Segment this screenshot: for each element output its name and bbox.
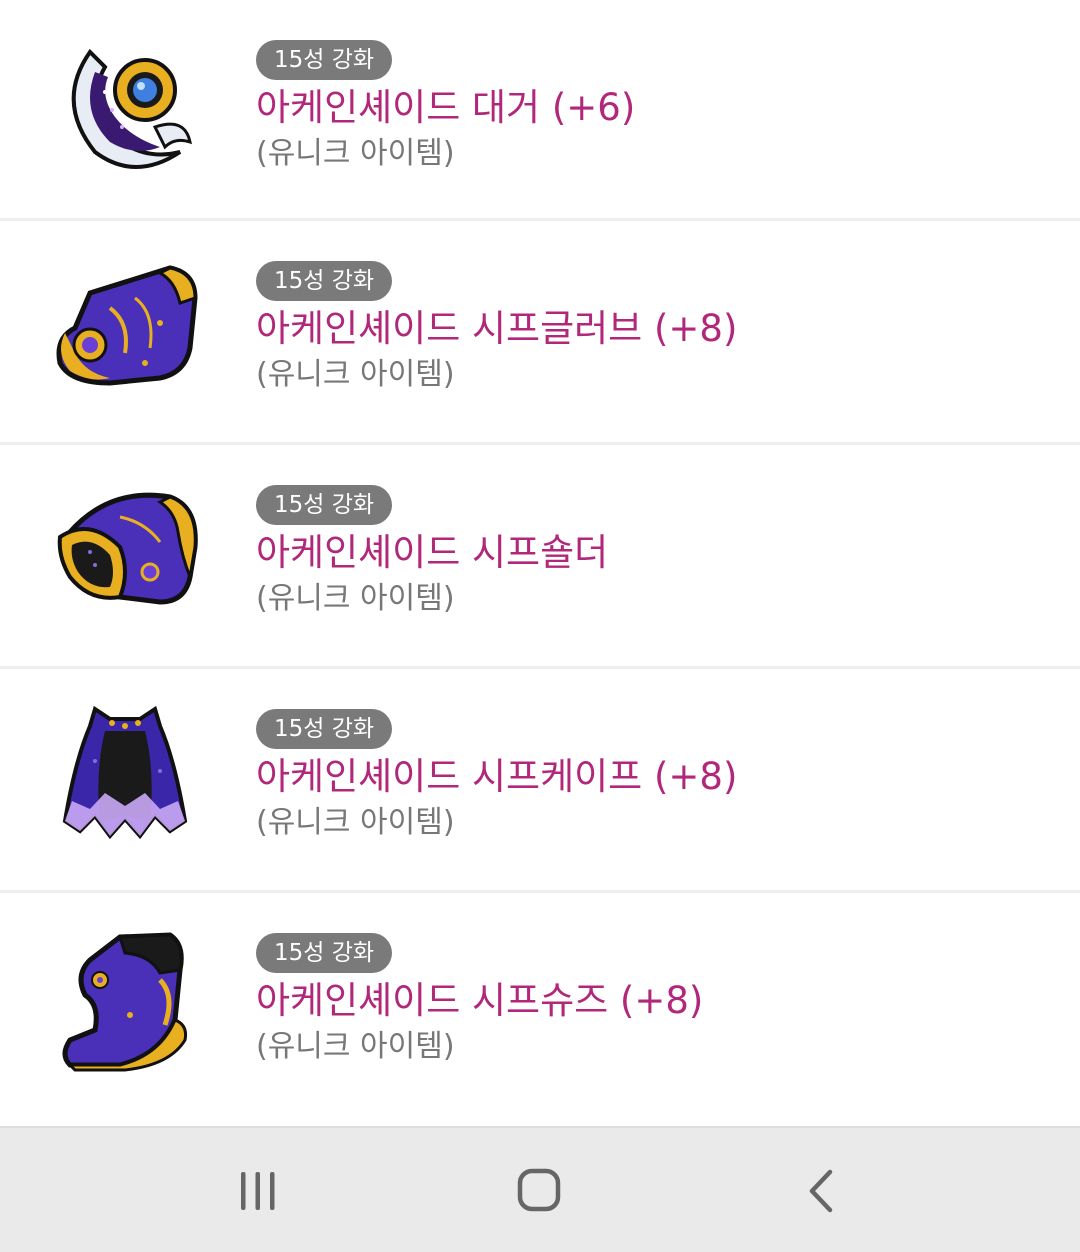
dagger-icon xyxy=(50,32,200,182)
cape-icon xyxy=(50,701,200,851)
shoulder-icon xyxy=(50,477,200,627)
item-name[interactable]: 아케인셰이드 시프슈즈 (+8) xyxy=(256,977,703,1025)
item-name[interactable]: 아케인셰이드 시프케이프 (+8) xyxy=(256,753,737,801)
list-item[interactable]: 15성 강화 아케인셰이드 시프숄더 (유니크 아이템) xyxy=(0,445,1080,669)
enhancement-badge: 15성 강화 xyxy=(256,261,393,301)
enhancement-badge: 15성 강화 xyxy=(256,40,393,80)
item-rarity: (유니크 아이템) xyxy=(256,1029,455,1064)
enhancement-badge: 15성 강화 xyxy=(256,933,393,973)
item-rarity: (유니크 아이템) xyxy=(256,805,455,840)
item-name[interactable]: 아케인셰이드 시프글러브 (+8) xyxy=(256,305,737,353)
system-navigation-bar xyxy=(0,1126,1080,1252)
item-name[interactable]: 아케인셰이드 시프숄더 xyxy=(256,529,608,577)
item-list: 15성 강화 아케인셰이드 대거 (+6) (유니크 아이템) 15성 강화 아… xyxy=(0,0,1080,1121)
shoes-icon xyxy=(50,925,200,1075)
item-rarity: (유니크 아이템) xyxy=(256,581,455,616)
list-item[interactable]: 15성 강화 아케인셰이드 시프케이프 (+8) (유니크 아이템) xyxy=(0,669,1080,893)
item-rarity: (유니크 아이템) xyxy=(256,136,455,171)
home-icon[interactable] xyxy=(510,1166,570,1218)
glove-icon xyxy=(50,253,200,403)
list-item[interactable]: 15성 강화 아케인셰이드 시프글러브 (+8) (유니크 아이템) xyxy=(0,221,1080,445)
recent-apps-icon[interactable] xyxy=(228,1166,288,1218)
enhancement-badge: 15성 강화 xyxy=(256,485,393,525)
enhancement-badge: 15성 강화 xyxy=(256,709,393,749)
back-icon[interactable] xyxy=(792,1166,852,1218)
list-item[interactable]: 15성 강화 아케인셰이드 대거 (+6) (유니크 아이템) xyxy=(0,0,1080,221)
item-rarity: (유니크 아이템) xyxy=(256,357,455,392)
list-item[interactable]: 15성 강화 아케인셰이드 시프슈즈 (+8) (유니크 아이템) xyxy=(0,893,1080,1121)
item-name[interactable]: 아케인셰이드 대거 (+6) xyxy=(256,84,635,132)
